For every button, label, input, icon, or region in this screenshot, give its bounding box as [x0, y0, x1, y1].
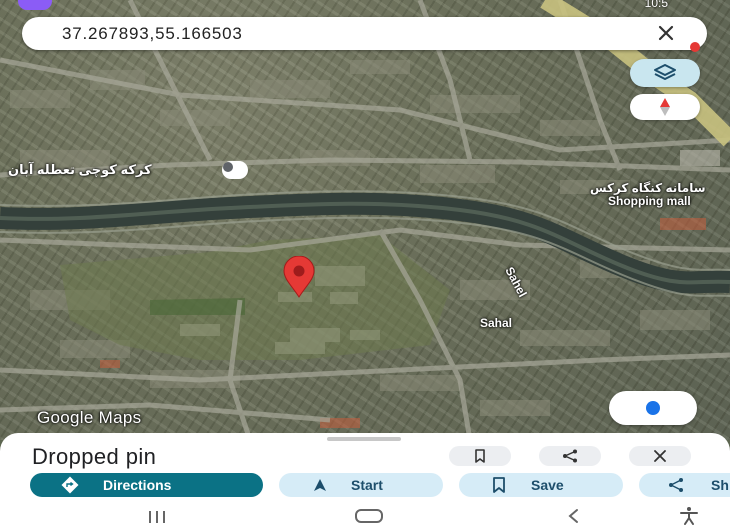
search-input[interactable]: 37.267893,55.166503	[62, 24, 243, 44]
close-icon[interactable]	[655, 22, 677, 44]
google-maps-watermark: Google Maps	[37, 408, 142, 427]
layers-icon	[654, 64, 676, 80]
layers-button[interactable]	[630, 59, 700, 87]
dropped-pin-icon[interactable]	[282, 256, 316, 298]
my-location-button[interactable]	[609, 391, 697, 425]
status-bar: 10:5	[0, 0, 730, 14]
notification-icon	[18, 0, 52, 10]
status-time: 10:5	[644, 0, 668, 10]
save-label: Save	[531, 477, 564, 493]
place-sheet[interactable]: Dropped pin Directions Start Save Sh	[0, 433, 730, 502]
directions-button[interactable]: Directions	[30, 473, 263, 497]
share-icon	[669, 478, 683, 492]
map-label-shopping-persian[interactable]: سامانه کنگاه کرکس	[590, 181, 706, 195]
close-icon	[654, 450, 666, 462]
drag-handle[interactable]	[327, 437, 401, 441]
home-icon[interactable]	[354, 508, 384, 524]
start-button[interactable]: Start	[279, 473, 443, 497]
compass-button[interactable]	[630, 94, 700, 120]
map-view[interactable]: کرکه کوچی تعطله آبان سامانه کنگاه کرکس S…	[0, 0, 730, 440]
share-label: Sh	[711, 477, 729, 493]
bookmark-icon	[493, 477, 505, 493]
my-location-icon	[646, 401, 660, 415]
start-label: Start	[351, 477, 383, 493]
place-marker-icon[interactable]	[222, 161, 248, 179]
directions-icon	[61, 476, 79, 494]
system-nav-bar	[0, 502, 730, 530]
directions-label: Directions	[103, 477, 172, 493]
back-icon[interactable]	[566, 508, 580, 524]
navigation-arrow-icon	[314, 479, 326, 491]
map-label-street-sahal: Sahal	[480, 316, 513, 330]
map-label-shopping-mall[interactable]: Shopping mall	[608, 194, 691, 208]
share-button[interactable]: Sh	[639, 473, 730, 497]
accessibility-icon[interactable]	[679, 506, 699, 526]
recents-icon[interactable]	[148, 510, 166, 524]
save-button[interactable]: Save	[459, 473, 623, 497]
close-sheet-button[interactable]	[629, 446, 691, 466]
place-title: Dropped pin	[32, 444, 157, 469]
satellite-imagery	[0, 0, 730, 440]
share-icon-button[interactable]	[539, 446, 601, 466]
share-icon	[563, 449, 577, 463]
account-avatar[interactable]	[690, 42, 700, 52]
map-label-mosque[interactable]: کرکه کوچی تعطله آبان	[8, 162, 152, 178]
search-bar[interactable]: 37.267893,55.166503	[22, 17, 707, 50]
bookmark-icon	[475, 449, 485, 463]
compass-icon	[660, 98, 670, 116]
save-icon-button[interactable]	[449, 446, 511, 466]
